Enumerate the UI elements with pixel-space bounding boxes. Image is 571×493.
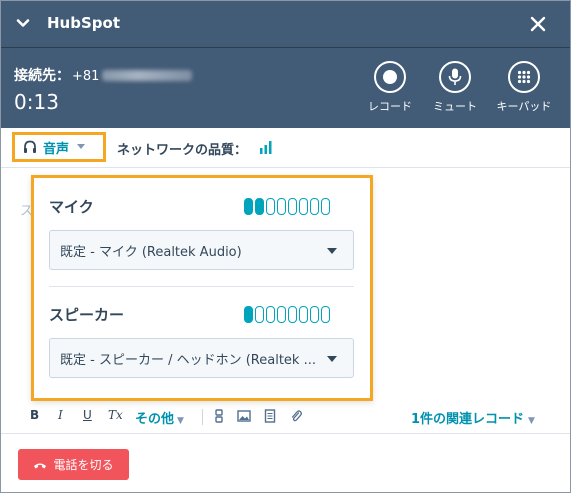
audio-settings-button[interactable]: 音声 — [12, 132, 106, 162]
formatting-toolbar: B I U Tx その他 ▼ 1件の関連レコード ▼ — [1, 404, 570, 430]
audio-settings-label: 音声 — [43, 141, 70, 157]
call-header: 接続先： +81 0:13 レコード ミュート キーパッド — [1, 48, 570, 128]
network-quality-label: ネットワークの品質： — [117, 143, 248, 158]
level-segment — [321, 306, 330, 323]
window-title: HubSpot — [47, 14, 120, 32]
more-formatting-label: その他 — [135, 412, 175, 427]
mute-label: ミュート — [433, 100, 477, 113]
connection-label: 接続先： — [14, 68, 70, 84]
redacted-phone-number — [102, 70, 193, 81]
hang-up-button[interactable]: 電話を切る — [18, 449, 129, 480]
caret-down-icon: ▼ — [528, 416, 535, 426]
italic-button[interactable]: I — [58, 408, 63, 422]
hang-up-label: 電話を切る — [53, 458, 114, 472]
hang-up-phone-icon — [34, 463, 47, 468]
level-segment — [299, 306, 308, 323]
dropdown-arrow-icon — [327, 356, 337, 362]
associated-records-dropdown[interactable]: 1件の関連レコード ▼ — [411, 408, 535, 427]
microphone-section-label: マイク — [49, 198, 94, 216]
audio-settings-popover: マイク 既定 - マイク (Realtek Audio) スピーカー 既定 - … — [31, 175, 373, 401]
keypad-icon — [508, 61, 540, 93]
record-button[interactable]: レコード — [355, 61, 425, 114]
mute-button[interactable]: ミュート — [420, 61, 490, 114]
level-segment — [255, 306, 264, 323]
call-toolbar: 音声 ネットワークの品質： — [1, 128, 570, 168]
level-segment — [277, 198, 286, 215]
divider — [49, 286, 354, 287]
level-segment — [266, 198, 275, 215]
level-segment — [244, 306, 253, 323]
level-segment — [288, 306, 297, 323]
level-segment — [310, 306, 319, 323]
level-segment — [288, 198, 297, 215]
level-segment — [266, 306, 275, 323]
divider — [202, 409, 203, 425]
speaker-select[interactable]: 既定 - スピーカー / ヘッドホン (Realtek ... — [49, 338, 354, 378]
phone-number-prefix: +81 — [72, 69, 100, 84]
level-segment — [277, 306, 286, 323]
title-bar: HubSpot — [1, 1, 570, 47]
record-icon — [374, 61, 406, 93]
underline-button[interactable]: U — [83, 408, 92, 422]
clear-format-button[interactable]: Tx — [108, 408, 123, 422]
speaker-level-meter — [244, 306, 330, 323]
snippet-icon[interactable] — [212, 409, 226, 423]
more-formatting-button[interactable]: その他 ▼ — [135, 408, 184, 427]
divider — [1, 433, 570, 434]
speaker-section-label: スピーカー — [49, 306, 125, 324]
level-segment — [310, 198, 319, 215]
image-icon[interactable] — [237, 409, 251, 423]
microphone-select[interactable]: 既定 - マイク (Realtek Audio) — [49, 230, 354, 270]
speaker-select-value: 既定 - スピーカー / ヘッドホン (Realtek ... — [60, 352, 315, 368]
level-segment — [255, 198, 264, 215]
close-icon[interactable] — [527, 13, 549, 35]
microphone-icon — [439, 61, 471, 93]
signal-bars-icon — [260, 141, 272, 154]
microphone-select-value: 既定 - マイク (Realtek Audio) — [60, 244, 242, 260]
associated-records-label: 1件の関連レコード — [411, 412, 525, 427]
level-segment — [244, 198, 253, 215]
level-segment — [321, 198, 330, 215]
record-label: レコード — [368, 100, 412, 113]
paperclip-icon[interactable] — [289, 409, 303, 423]
caret-down-icon — [77, 144, 86, 149]
microphone-level-meter — [244, 198, 330, 215]
headset-icon — [24, 140, 36, 153]
chevron-down-icon[interactable] — [15, 15, 31, 31]
document-icon[interactable] — [263, 409, 277, 423]
dropdown-arrow-icon — [327, 248, 337, 254]
bold-button[interactable]: B — [30, 408, 39, 422]
caret-down-icon: ▼ — [177, 416, 184, 426]
level-segment — [299, 198, 308, 215]
call-timer: 0:13 — [14, 90, 59, 114]
connection-info: 接続先： +81 — [14, 65, 193, 85]
keypad-button[interactable]: キーパッド — [489, 61, 559, 114]
keypad-label: キーパッド — [496, 100, 552, 113]
